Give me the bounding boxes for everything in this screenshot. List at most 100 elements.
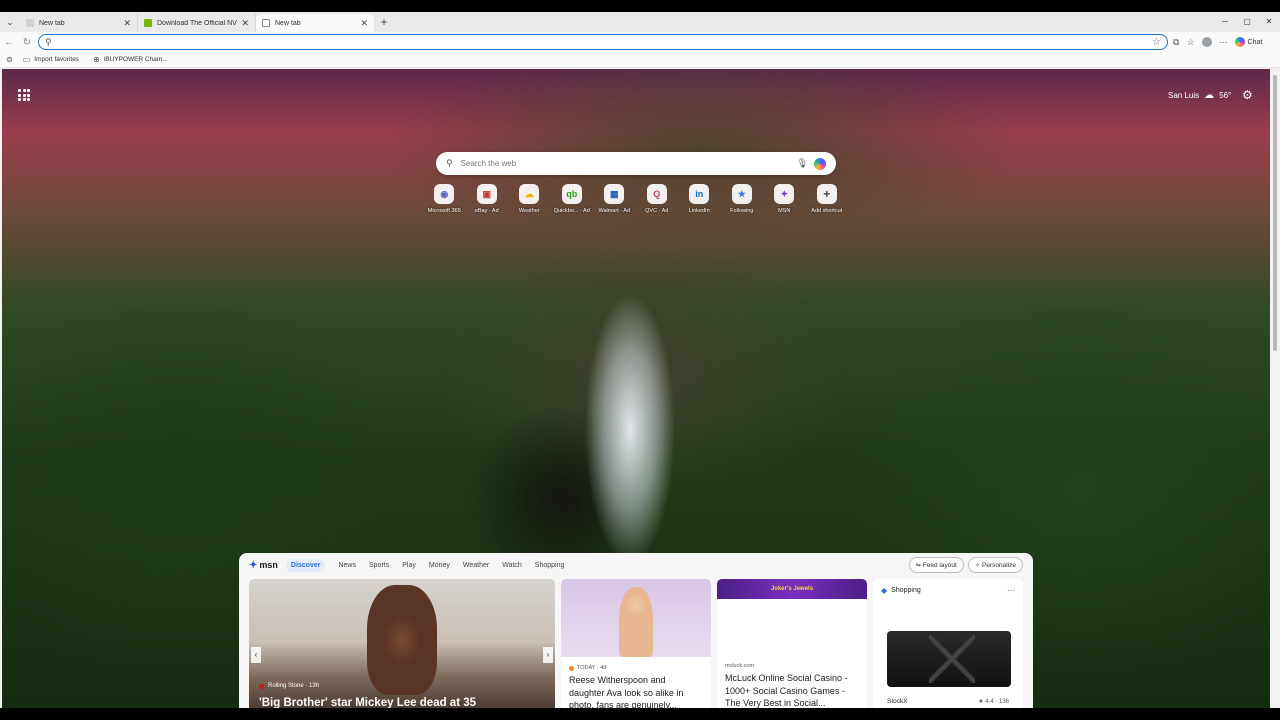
- more-menu-icon[interactable]: ⋯: [1219, 37, 1228, 48]
- quickbooks-icon: qb: [561, 184, 582, 204]
- profile-avatar[interactable]: [1201, 37, 1212, 47]
- quick-link-quickbooks[interactable]: qb Quickbo... · Ad: [551, 184, 594, 214]
- minimize-icon[interactable]: ─: [1214, 12, 1236, 32]
- favorites-icon[interactable]: ☆: [1186, 37, 1194, 48]
- shopping-tag-icon: ◆: [881, 586, 888, 595]
- toolbar-right: ⧉ ☆ ⋯ Chat: [1173, 32, 1262, 52]
- following-star-icon: ★: [731, 184, 752, 204]
- feed-tab-news[interactable]: News: [338, 562, 356, 569]
- quick-link-label: Add shortcut: [811, 208, 843, 214]
- ad-card-mcluck[interactable]: Joker's Jewels mcluck.com McLuck Online …: [717, 579, 867, 708]
- feed-tab-money[interactable]: Money: [429, 562, 450, 569]
- new-tab-page: San Luis ☁ 56° ⚙ ⚲ 🎙 ◉ Microsoft 365 ▣ eBa…: [2, 69, 1270, 708]
- quick-link-qvc[interactable]: Q QVC · Ad: [636, 184, 679, 214]
- new-tab-button[interactable]: +: [374, 15, 394, 29]
- microphone-icon[interactable]: 🎙: [797, 158, 808, 169]
- quick-link-label: Weather: [518, 208, 540, 214]
- tab-new-tab-active[interactable]: New tab ✕: [256, 14, 374, 32]
- quick-link-weather[interactable]: ☁ Weather: [508, 184, 551, 214]
- feed-tab-sports[interactable]: Sports: [369, 562, 389, 569]
- news-card-today[interactable]: TODAY · 4d Reese Witherspoon and daughte…: [561, 579, 711, 708]
- tab-favicon-icon: [262, 19, 270, 27]
- nvidia-favicon-icon: [144, 19, 152, 27]
- quick-link-linkedin[interactable]: in LinkedIn: [678, 184, 721, 214]
- shopping-card[interactable]: ◆ Shopping ⋯ StockX ★ 4.4 · 136: [873, 579, 1023, 708]
- reading-view-icon[interactable]: ⊜: [6, 55, 13, 64]
- chat-button[interactable]: Chat: [1234, 37, 1262, 47]
- close-window-icon[interactable]: ✕: [1258, 12, 1280, 32]
- feed-tab-watch[interactable]: Watch: [502, 562, 522, 569]
- search-input[interactable]: [460, 159, 797, 168]
- favorites-bar: ⊜ ▭ Import favorites ⊕ iBUYPOWER Cham...: [0, 52, 1280, 68]
- msn-logo[interactable]: ✦ msn: [249, 560, 278, 571]
- page-scrollbar[interactable]: [1272, 69, 1278, 708]
- quick-link-following[interactable]: ★ Following: [721, 184, 764, 214]
- copilot-icon[interactable]: [814, 157, 826, 170]
- rolling-stone-icon: [259, 683, 264, 689]
- carousel-next-icon[interactable]: ›: [543, 647, 553, 663]
- tab-strip: ⌄ New tab ✕ Download The Official NVIDIA…: [0, 12, 1280, 32]
- tab-actions-chevron-icon[interactable]: ⌄: [0, 12, 20, 32]
- window-controls: ─ ▢ ✕: [1214, 12, 1280, 32]
- tab-title: New tab: [39, 19, 65, 27]
- personalize-label: Personalize: [982, 562, 1016, 569]
- news-card-image: [561, 579, 711, 657]
- hero-headline[interactable]: 'Big Brother' star Mickey Lee dead at 35: [259, 697, 476, 708]
- hero-image: [367, 585, 437, 695]
- close-tab-icon[interactable]: ✕: [241, 18, 249, 29]
- msn-icon: ✦: [774, 184, 795, 204]
- feed-tab-play[interactable]: Play: [402, 562, 416, 569]
- msn-butterfly-icon: ✦: [249, 559, 258, 571]
- feed-tab-weather[interactable]: Weather: [463, 562, 489, 569]
- quick-link-label: Following: [730, 208, 754, 214]
- web-search-box[interactable]: ⚲ 🎙: [436, 152, 836, 175]
- feed-tab-shopping[interactable]: Shopping: [535, 562, 565, 569]
- address-bar[interactable]: ⚲ ☆: [38, 34, 1168, 50]
- close-tab-icon[interactable]: ✕: [360, 18, 368, 29]
- refresh-icon[interactable]: ↻: [18, 37, 36, 48]
- hero-news-card[interactable]: ‹ › Rolling Stone · 13h 'Big Brother' st…: [249, 579, 555, 708]
- personalize-button[interactable]: ✧ Personalize: [967, 557, 1023, 573]
- ebay-icon: ▣: [476, 184, 497, 204]
- quick-link-label: QVC · Ad: [645, 208, 669, 214]
- feed-tab-discover[interactable]: Discover: [285, 558, 326, 572]
- qvc-icon: Q: [646, 184, 667, 204]
- favorite-star-icon[interactable]: ☆: [1152, 37, 1161, 48]
- ad-title[interactable]: McLuck Online Social Casino - 1000+ Soci…: [717, 669, 867, 708]
- favorite-label: iBUYPOWER Cham...: [103, 56, 168, 63]
- search-icon: ⚲: [45, 36, 52, 47]
- quick-link-label: MSN: [778, 208, 791, 214]
- weather-widget[interactable]: San Luis ☁ 56°: [1168, 90, 1231, 101]
- weather-location: San Luis: [1168, 91, 1200, 100]
- quick-link-label: Microsoft 365: [427, 208, 461, 214]
- shopping-header: ◆ Shopping ⋯: [873, 579, 1023, 602]
- quick-link-label: eBay · Ad: [474, 208, 499, 214]
- ad-banner: Joker's Jewels: [717, 579, 867, 599]
- quick-link-ebay[interactable]: ▣ eBay · Ad: [466, 184, 509, 214]
- quick-link-microsoft-365[interactable]: ◉ Microsoft 365: [423, 184, 466, 214]
- close-tab-icon[interactable]: ✕: [123, 18, 131, 29]
- settings-gear-icon[interactable]: ⚙: [1242, 88, 1253, 102]
- back-icon[interactable]: ←: [0, 37, 18, 48]
- maximize-icon[interactable]: ▢: [1236, 12, 1258, 32]
- feed-layout-button[interactable]: ⇋ Feed layout: [908, 557, 964, 573]
- msn-feed: ✦ msn Discover News Sports Play Money Wea…: [239, 553, 1033, 708]
- browser-toolbar: ← ↻ ⚲ ☆ ⧉ ☆ ⋯ Chat: [0, 32, 1280, 52]
- news-card-title[interactable]: Reese Witherspoon and daughter Ava look …: [561, 671, 711, 708]
- app-launcher-icon[interactable]: [18, 89, 30, 101]
- add-shortcut-button[interactable]: + Add shortcut: [806, 184, 849, 214]
- extensions-icon[interactable]: ⧉: [1173, 37, 1179, 48]
- tab-new-tab-1[interactable]: New tab ✕: [20, 14, 138, 32]
- hero-source-label: Rolling Stone · 13h: [268, 683, 320, 689]
- quick-link-walmart[interactable]: ▦ Walmart · Ad: [593, 184, 636, 214]
- news-card-source-label: TODAY · 4d: [577, 665, 607, 671]
- quick-links: ◉ Microsoft 365 ▣ eBay · Ad ☁ Weather qb Qui…: [423, 184, 848, 214]
- scrollbar-thumb[interactable]: [1273, 75, 1277, 351]
- quick-link-msn[interactable]: ✦ MSN: [763, 184, 806, 214]
- favorite-import[interactable]: ▭ Import favorites: [23, 55, 79, 64]
- tab-nvidia-download[interactable]: Download The Official NVIDIA Dri... ✕: [138, 14, 256, 32]
- shopping-rating: ★ 4.4 · 136: [978, 699, 1009, 705]
- carousel-prev-icon[interactable]: ‹: [251, 647, 261, 663]
- more-options-icon[interactable]: ⋯: [1007, 586, 1015, 595]
- favorite-ibuypower[interactable]: ⊕ iBUYPOWER Cham...: [93, 55, 168, 64]
